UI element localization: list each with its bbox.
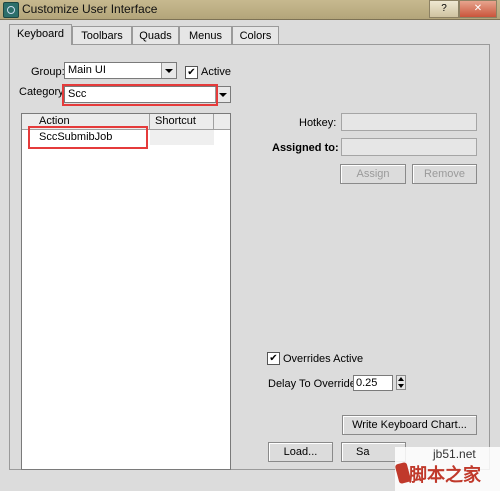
active-checkbox[interactable]: ✔	[185, 66, 198, 79]
action-highlight	[28, 126, 148, 149]
watermark-url: jb51.net	[433, 447, 476, 461]
overrides-active-label: Overrides Active	[283, 353, 364, 365]
group-value: Main UI	[68, 64, 106, 76]
window-title: Customize User Interface	[22, 2, 158, 16]
assigned-to-label: Assigned to:	[272, 142, 339, 154]
watermark-text: 脚本之家	[409, 465, 481, 486]
delay-label: Delay To Override:	[268, 378, 359, 390]
app-icon	[3, 2, 19, 18]
tab-menus[interactable]: Menus	[179, 26, 232, 44]
tab-quads[interactable]: Quads	[132, 26, 179, 44]
column-header-shortcut[interactable]: Shortcut	[150, 114, 214, 129]
shortcut-cell	[150, 130, 214, 145]
close-button[interactable]: ✕	[459, 0, 497, 18]
assigned-to-field	[341, 138, 477, 156]
write-keyboard-chart-button[interactable]: Write Keyboard Chart...	[342, 415, 477, 435]
remove-button[interactable]: Remove	[412, 164, 477, 184]
tab-toolbars[interactable]: Toolbars	[72, 26, 132, 44]
help-button[interactable]: ?	[429, 0, 459, 18]
active-label: Active	[201, 66, 231, 78]
category-highlight	[62, 84, 218, 106]
spinner-arrows-icon[interactable]	[396, 375, 406, 390]
group-label: Group:	[31, 66, 65, 78]
group-select[interactable]: Main UI	[64, 62, 177, 79]
title-bar: Customize User Interface ? ✕	[0, 0, 500, 20]
hotkey-label: Hotkey:	[299, 117, 337, 129]
delay-spinner[interactable]: 0.25	[353, 375, 393, 391]
overrides-active-checkbox[interactable]: ✔	[267, 352, 280, 365]
action-list[interactable]: Action Shortcut SccSubmibJob	[21, 113, 231, 470]
tab-colors[interactable]: Colors	[232, 26, 279, 44]
hotkey-field[interactable]	[341, 113, 477, 131]
load-button[interactable]: Load...	[268, 442, 333, 462]
watermark: jb51.net 脚本之家	[394, 447, 500, 491]
assign-button[interactable]: Assign	[340, 164, 406, 184]
tab-keyboard[interactable]: Keyboard	[9, 24, 72, 45]
category-label: Category:	[19, 86, 67, 98]
chevron-down-icon	[161, 63, 176, 78]
